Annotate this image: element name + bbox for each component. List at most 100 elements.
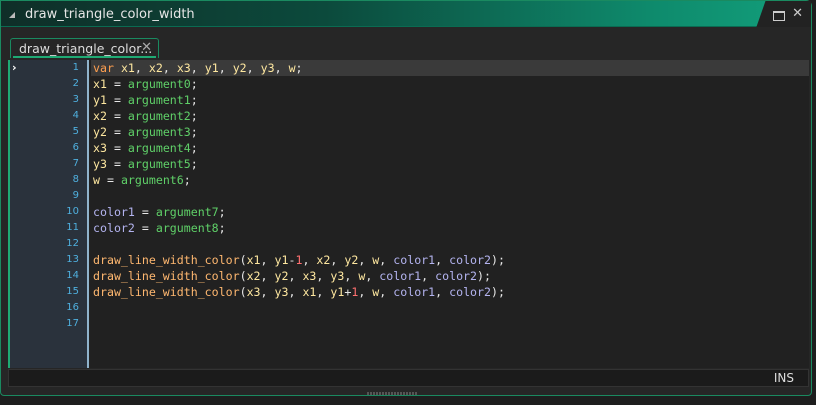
- code-line[interactable]: x2 = argument2;: [91, 108, 809, 124]
- code-line[interactable]: draw_line_width_color(x3, y3, x1, y1+1, …: [91, 284, 809, 300]
- code-line[interactable]: x3 = argument4;: [91, 140, 809, 156]
- current-line-arrow-icon: ›: [12, 61, 17, 74]
- code-token-arg: argument6: [120, 173, 184, 187]
- code-token-p: ,: [316, 269, 331, 283]
- code-token-loc: color1: [393, 285, 436, 299]
- collapse-icon[interactable]: [9, 12, 15, 18]
- code-line[interactable]: y1 = argument1;: [91, 92, 809, 108]
- code-token-loc: color1: [93, 205, 135, 219]
- code-token-p: ;: [190, 93, 198, 107]
- line-number: 6: [72, 142, 79, 153]
- code-token-var: y3: [93, 157, 107, 171]
- line-number: 1: [72, 62, 79, 73]
- code-token-var: x2: [148, 61, 163, 75]
- code-token-arg: argument4: [127, 141, 191, 155]
- code-token-loc: color1: [379, 269, 422, 283]
- code-token-p: =: [106, 77, 128, 91]
- code-token-var: x1: [246, 253, 261, 267]
- code-token-p: ,: [218, 61, 233, 75]
- code-token-p: ,: [134, 61, 149, 75]
- code-token-p: =: [106, 109, 128, 123]
- line-number: 17: [66, 318, 79, 329]
- status-bar: INS: [8, 369, 809, 387]
- code-token-p: ,: [435, 285, 450, 299]
- code-token-p: ,: [288, 285, 303, 299]
- code-token-var: x2: [93, 109, 107, 123]
- code-token-var: x1: [120, 61, 135, 75]
- code-token-p: =: [99, 173, 121, 187]
- line-number: 3: [72, 94, 79, 105]
- code-token-fn: draw_line_width_color: [93, 269, 240, 283]
- code-token-p: ,: [288, 269, 303, 283]
- code-token-p: =: [134, 205, 156, 219]
- code-line[interactable]: var x1, x2, x3, y1, y2, y3, w;: [91, 60, 809, 76]
- code-token-p: ,: [365, 269, 380, 283]
- close-icon[interactable]: ✕: [792, 7, 803, 21]
- code-token-loc: color2: [449, 253, 491, 267]
- code-token-var: x2: [316, 253, 331, 267]
- tab-active-indicator: [13, 56, 156, 58]
- code-token-loc: color2: [93, 221, 135, 235]
- code-token-var: w: [288, 61, 296, 75]
- code-token-p: (: [239, 269, 247, 283]
- code-token-p: ,: [316, 285, 331, 299]
- code-token-fn: draw_line_width_color: [93, 253, 240, 267]
- code-token-loc: color1: [393, 253, 436, 267]
- code-token-p: =: [106, 157, 128, 171]
- tab-close-icon[interactable]: ✕: [141, 40, 152, 55]
- code-area[interactable]: var x1, x2, x3, y1, y2, y3, w; x1 = argum…: [91, 60, 809, 368]
- code-token-var: y1: [274, 253, 289, 267]
- code-token-p: ,: [302, 253, 317, 267]
- code-line[interactable]: color1 = argument7;: [91, 204, 809, 220]
- code-line[interactable]: [91, 316, 809, 332]
- code-token-p: ,: [330, 253, 345, 267]
- code-token-var: x3: [246, 285, 261, 299]
- code-token-var: y2: [274, 269, 289, 283]
- code-token-var: y3: [274, 285, 289, 299]
- code-token-var: x3: [302, 269, 317, 283]
- code-line[interactable]: [91, 236, 809, 252]
- insert-mode-indicator: INS: [773, 371, 794, 385]
- code-token-p: ,: [379, 253, 394, 267]
- code-token-p: ;: [190, 157, 198, 171]
- code-line[interactable]: y3 = argument5;: [91, 156, 809, 172]
- code-line[interactable]: x1 = argument0;: [91, 76, 809, 92]
- maximize-icon[interactable]: [773, 11, 785, 21]
- code-token-p: ;: [295, 61, 303, 75]
- tab-draw-triangle-color-width[interactable]: draw_triangle_color... ✕: [10, 38, 159, 58]
- code-token-var: y2: [232, 61, 247, 75]
- code-token-p: ,: [358, 253, 373, 267]
- line-number: 8: [72, 174, 79, 185]
- code-token-p: ,: [260, 253, 275, 267]
- code-line[interactable]: y2 = argument3;: [91, 124, 809, 140]
- line-number: 12: [66, 238, 79, 249]
- code-line[interactable]: draw_line_width_color(x2, y2, x3, y3, w,…: [91, 268, 809, 284]
- line-number: 11: [66, 222, 79, 233]
- code-token-p: =: [134, 221, 156, 235]
- resize-grip[interactable]: [367, 392, 417, 395]
- code-token-var: y1: [330, 285, 345, 299]
- code-line[interactable]: draw_line_width_color(x1, y1-1, x2, y2, …: [91, 252, 809, 268]
- code-token-var: x1: [302, 285, 317, 299]
- code-token-p: =: [106, 125, 128, 139]
- code-token-p: ,: [274, 61, 289, 75]
- code-line[interactable]: w = argument6;: [91, 172, 809, 188]
- code-editor-window: draw_triangle_color_width ✕ draw_triangl…: [0, 0, 812, 396]
- code-token-var: x1: [93, 77, 107, 91]
- code-token-arg: argument2: [127, 109, 191, 123]
- code-line[interactable]: [91, 188, 809, 204]
- code-editor[interactable]: › 1 2 3 4 5 6 7 8 9 10 11 12 13 14 15 16 17 var x1, x2, …: [8, 60, 809, 368]
- code-line[interactable]: color2 = argument8;: [91, 220, 809, 236]
- code-token-p: ,: [421, 269, 436, 283]
- window-title: draw_triangle_color_width: [25, 7, 195, 22]
- code-token-p: );: [491, 285, 505, 299]
- code-token-p: ,: [358, 285, 373, 299]
- code-line[interactable]: [91, 300, 809, 316]
- code-token-arg: argument3: [127, 125, 191, 139]
- title-bar[interactable]: draw_triangle_color_width ✕: [1, 1, 811, 27]
- line-number: 2: [72, 78, 79, 89]
- code-token-p: );: [491, 253, 505, 267]
- line-number: 7: [72, 158, 79, 169]
- code-token-fn: draw_line_width_color: [93, 285, 240, 299]
- line-number: 14: [66, 270, 79, 281]
